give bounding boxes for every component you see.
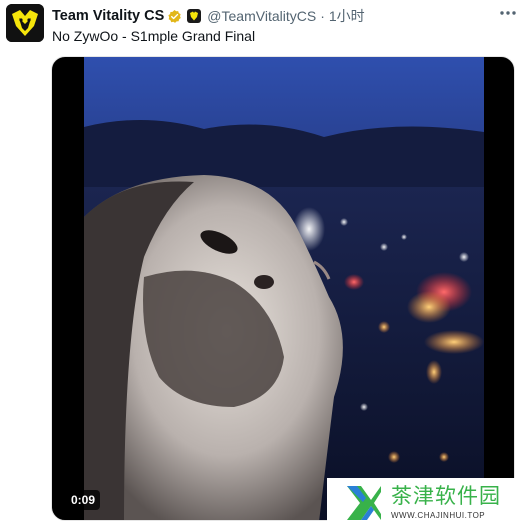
- author-name[interactable]: Team Vitality CS: [52, 8, 164, 24]
- more-options-icon[interactable]: [499, 8, 517, 18]
- video-duration: 0:09: [66, 490, 101, 510]
- video-thumbnail: [84, 57, 484, 520]
- verified-badge-icon[interactable]: [167, 9, 182, 24]
- watermark-url: WWW.CHAJINHUI.TOP: [391, 511, 486, 520]
- timestamp[interactable]: 1小时: [329, 6, 365, 26]
- watermark: 茶津软件园 WWW.CHAJINHUI.TOP: [327, 478, 517, 528]
- watermark-title: 茶津软件园: [391, 484, 501, 508]
- tweet-header: Team Vitality CS @TeamVitalityCS · 1小时: [52, 6, 365, 26]
- tweet-text: No ZywOo - S1mple Grand Final: [52, 28, 256, 44]
- video-frame[interactable]: [84, 57, 484, 520]
- affiliate-badge-icon[interactable]: [187, 9, 202, 23]
- vitality-logo-icon: [6, 4, 44, 42]
- tweet: Team Vitality CS @TeamVitalityCS · 1小时 N…: [0, 0, 527, 528]
- avatar[interactable]: [6, 4, 44, 42]
- separator-dot: ·: [320, 8, 325, 24]
- author-handle[interactable]: @TeamVitalityCS: [207, 8, 316, 24]
- video-player[interactable]: 0:09: [51, 56, 515, 521]
- chajin-logo-icon: [347, 486, 381, 520]
